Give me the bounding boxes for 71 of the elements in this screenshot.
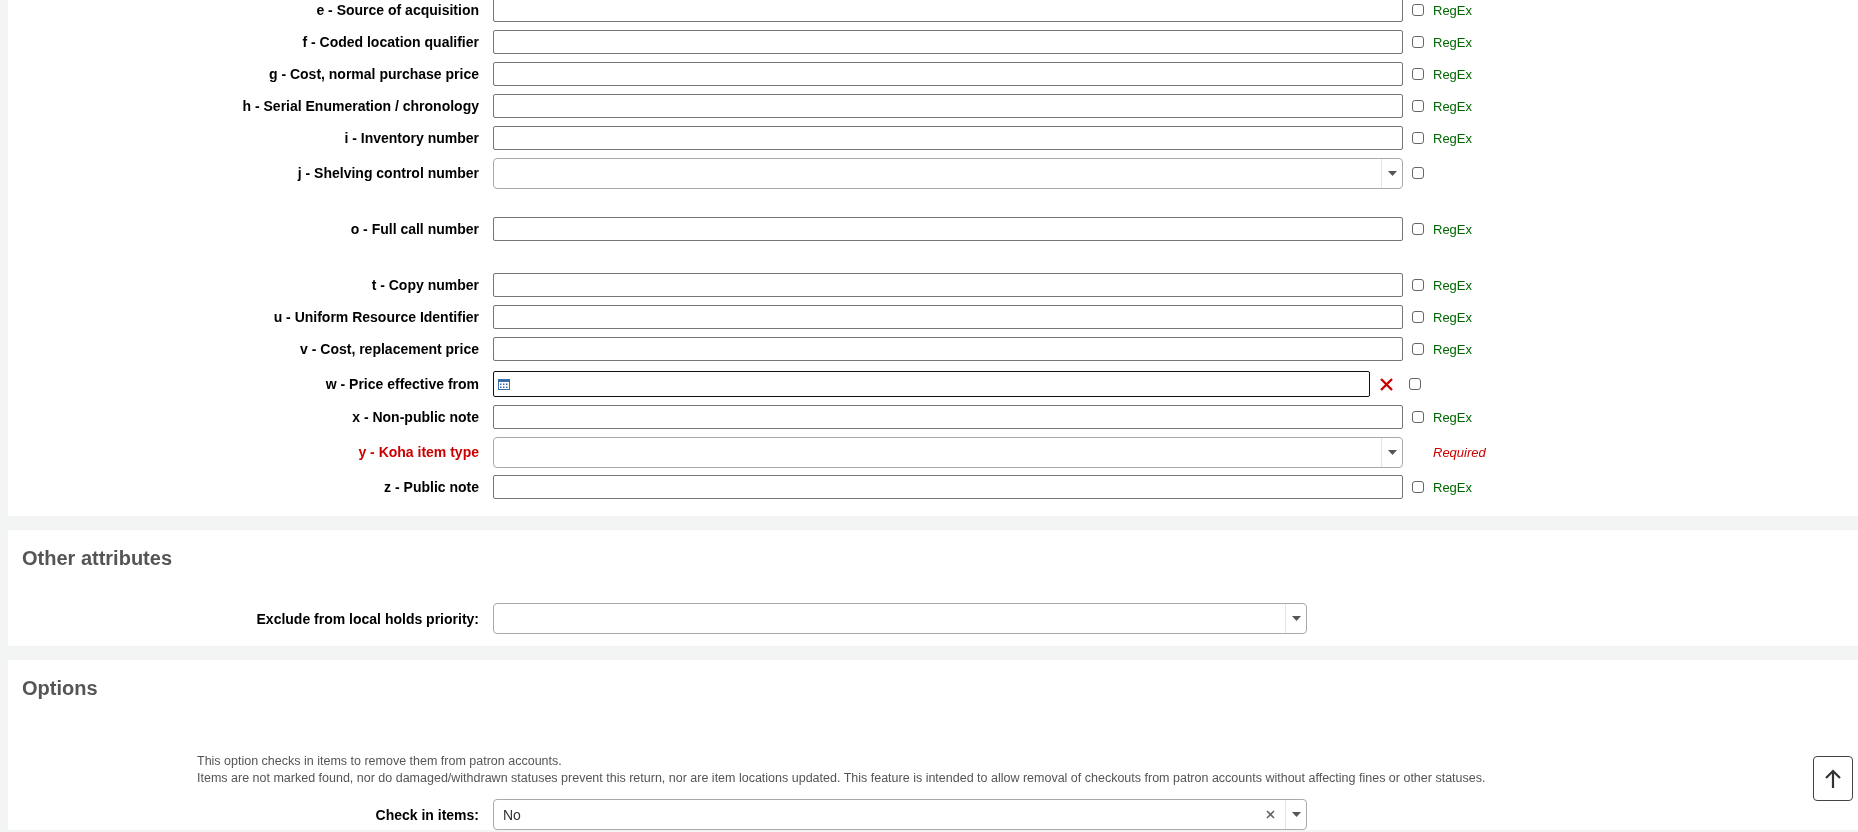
- caret-icon: [1387, 449, 1397, 455]
- field-label: Exclude from local holds priority:: [255, 610, 480, 627]
- checkbox[interactable]: [1412, 36, 1424, 48]
- select-field[interactable]: No: [493, 799, 1307, 830]
- field-label: o - Full call number: [349, 221, 480, 237]
- caret-icon: [1291, 812, 1301, 817]
- text-field[interactable]: [493, 337, 1403, 361]
- regex-label: RegEx: [1433, 221, 1473, 237]
- text-field[interactable]: [493, 217, 1403, 241]
- section-title: Other attributes: [21, 546, 174, 571]
- checkbox[interactable]: [1412, 100, 1424, 112]
- text-field[interactable]: [493, 405, 1403, 429]
- regex-label: RegEx: [1433, 34, 1473, 50]
- checkbox[interactable]: [1412, 132, 1424, 144]
- field-label: w - Price effective from: [324, 376, 480, 392]
- select-value: No: [502, 806, 522, 823]
- field-label: h - Serial Enumeration / chronology: [241, 98, 480, 114]
- checkbox[interactable]: [1412, 411, 1424, 423]
- regex-label: RegEx: [1433, 130, 1473, 146]
- section-title: Options: [21, 676, 99, 701]
- text-field[interactable]: [493, 0, 1403, 22]
- checkbox[interactable]: [1412, 223, 1424, 235]
- regex-label: RegEx: [1433, 98, 1473, 114]
- field-label: t - Copy number: [370, 277, 480, 293]
- required-note: Required: [1433, 444, 1486, 460]
- text-field[interactable]: [493, 305, 1403, 329]
- checkbox[interactable]: [1409, 378, 1421, 390]
- help-text: This option checks in items to remove them from patron accounts.: [197, 753, 562, 770]
- regex-label: RegEx: [1433, 66, 1473, 82]
- regex-label: RegEx: [1433, 409, 1473, 425]
- calendar-icon: [498, 378, 510, 390]
- checkbox[interactable]: [1412, 279, 1424, 291]
- field-label: j - Shelving control number: [296, 165, 480, 181]
- help-text: Items are not marked found, nor do damaged/withdrawn statuses prevent this return, nor are item locations updated. This feature is intended to allow removal of checkouts from patron accounts without affecting fines or other statuses.: [197, 770, 1486, 787]
- text-field[interactable]: [493, 30, 1403, 54]
- field-label: u - Uniform Resource Identifier: [272, 309, 480, 325]
- checkbox[interactable]: [1412, 167, 1424, 179]
- field-label: e - Source of acquisition: [315, 2, 480, 18]
- caret-icon: [1387, 170, 1397, 176]
- checkbox[interactable]: [1412, 343, 1424, 355]
- text-field[interactable]: [493, 62, 1403, 86]
- field-label: g - Cost, normal purchase price: [267, 66, 480, 82]
- field-label: Check in items:: [374, 806, 480, 823]
- arrow-up-icon: [1824, 768, 1842, 789]
- field-label: i - Inventory number: [343, 130, 480, 146]
- text-field[interactable]: [493, 475, 1403, 499]
- field-label: y - Koha item type: [357, 444, 480, 460]
- regex-label: RegEx: [1433, 341, 1473, 357]
- caret-icon: [1291, 616, 1301, 621]
- regex-label: RegEx: [1433, 277, 1473, 293]
- select-field[interactable]: [493, 436, 1403, 468]
- checkbox[interactable]: [1412, 68, 1424, 80]
- select-field[interactable]: [493, 157, 1403, 189]
- field-label: z - Public note: [383, 479, 480, 495]
- field-label: f - Coded location qualifier: [301, 34, 480, 50]
- checkbox[interactable]: [1412, 311, 1424, 323]
- regex-label: RegEx: [1433, 2, 1473, 18]
- field-label: v - Cost, replacement price: [299, 341, 480, 357]
- checkbox[interactable]: [1412, 481, 1424, 493]
- clear-icon: [1266, 810, 1275, 819]
- checkbox[interactable]: [1412, 4, 1424, 16]
- text-field[interactable]: [493, 94, 1403, 118]
- select-field[interactable]: [493, 603, 1307, 634]
- regex-label: RegEx: [1433, 479, 1473, 495]
- date-field[interactable]: [493, 371, 1370, 397]
- regex-label: RegEx: [1433, 309, 1473, 325]
- back-to-top-button[interactable]: [1813, 756, 1853, 801]
- text-field[interactable]: [493, 126, 1403, 150]
- field-label: x - Non-public note: [351, 409, 480, 425]
- clear-date-icon: [1380, 377, 1393, 391]
- text-field[interactable]: [493, 273, 1403, 297]
